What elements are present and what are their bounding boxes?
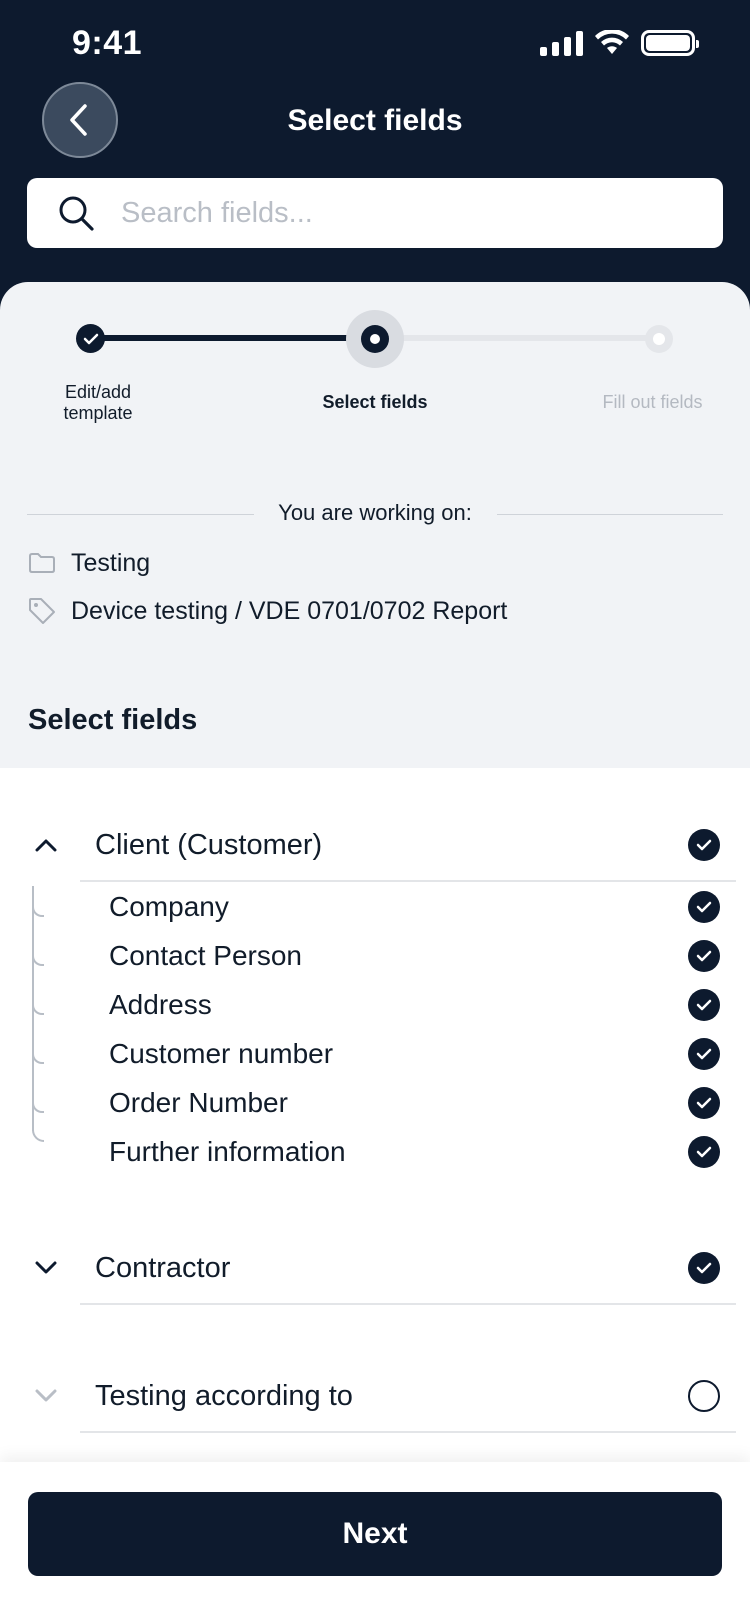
checked-circle-icon[interactable] [688, 1136, 720, 1168]
checked-circle-icon[interactable] [688, 891, 720, 923]
page-title: Select fields [287, 104, 463, 137]
section-title: Select fields [28, 704, 198, 736]
status-icons [540, 30, 699, 56]
bottom-bar: Next [0, 1462, 750, 1624]
field-address[interactable]: Address [0, 985, 750, 1025]
stepper-track-done [90, 335, 375, 341]
step-current-icon [361, 325, 389, 353]
step-label-select-fields: Select fields [322, 392, 428, 412]
group-label: Testing according to [95, 1379, 353, 1412]
checked-circle-icon[interactable] [688, 1087, 720, 1119]
checked-circle-icon[interactable] [688, 1038, 720, 1070]
group-contractor[interactable]: Contractor [0, 1238, 750, 1298]
working-on-heading: You are working on: [278, 500, 472, 525]
checked-circle-icon[interactable] [688, 829, 720, 861]
field-customer-number[interactable]: Customer number [0, 1034, 750, 1074]
field-company[interactable]: Company [0, 887, 750, 927]
divider [80, 1431, 736, 1433]
battery-icon [641, 30, 699, 56]
field-label: Further information [109, 1136, 346, 1167]
cellular-signal-icon [540, 30, 583, 56]
field-label: Contact Person [109, 940, 302, 971]
group-client-customer[interactable]: Client (Customer) [0, 815, 750, 875]
folder-name: Testing [71, 548, 151, 577]
unchecked-circle-icon[interactable] [688, 1380, 720, 1412]
checked-circle-icon[interactable] [688, 989, 720, 1021]
folder-icon [27, 548, 57, 578]
field-further-information[interactable]: Further information [0, 1132, 750, 1172]
chevron-down-icon[interactable] [30, 1380, 62, 1412]
divider [80, 880, 736, 882]
chevron-down-icon[interactable] [30, 1252, 62, 1284]
wifi-icon [595, 30, 629, 54]
field-contact-person[interactable]: Contact Person [0, 936, 750, 976]
step-label-edit-template: Edit/add template [63, 382, 133, 423]
field-list: Client (Customer) Company Contact Person… [0, 768, 750, 1468]
template-name: Device testing / VDE 0701/0702 Report [71, 596, 508, 625]
step-done-icon [76, 324, 105, 353]
field-label: Address [109, 989, 212, 1020]
field-label: Order Number [109, 1087, 288, 1118]
step-todo-icon [645, 325, 673, 353]
group-testing-according-to[interactable]: Testing according to [0, 1366, 750, 1426]
checked-circle-icon[interactable] [688, 1252, 720, 1284]
status-time: 9:41 [72, 24, 143, 62]
field-order-number[interactable]: Order Number [0, 1083, 750, 1123]
field-label: Company [109, 891, 229, 922]
field-label: Customer number [109, 1038, 334, 1069]
chevron-up-icon[interactable] [30, 829, 62, 861]
tag-icon [27, 596, 57, 626]
stepper-track-todo [375, 335, 659, 341]
group-label: Client (Customer) [95, 828, 323, 861]
next-button[interactable]: Next [28, 1492, 722, 1576]
search-input[interactable] [121, 196, 681, 230]
search-bar[interactable] [27, 178, 723, 248]
step-label-fill-out-fields: Fill out fields [602, 392, 703, 412]
search-icon [59, 196, 94, 231]
header: 9:41 Select fields [0, 0, 750, 330]
context-folder: Testing [27, 548, 150, 578]
working-on-divider: You are working on: [27, 500, 723, 530]
group-label: Contractor [95, 1251, 231, 1284]
divider [80, 1303, 736, 1305]
context-template: Device testing / VDE 0701/0702 Report [27, 596, 507, 626]
checked-circle-icon[interactable] [688, 940, 720, 972]
progress-stepper: Edit/add template Select fields Fill out… [0, 282, 750, 432]
